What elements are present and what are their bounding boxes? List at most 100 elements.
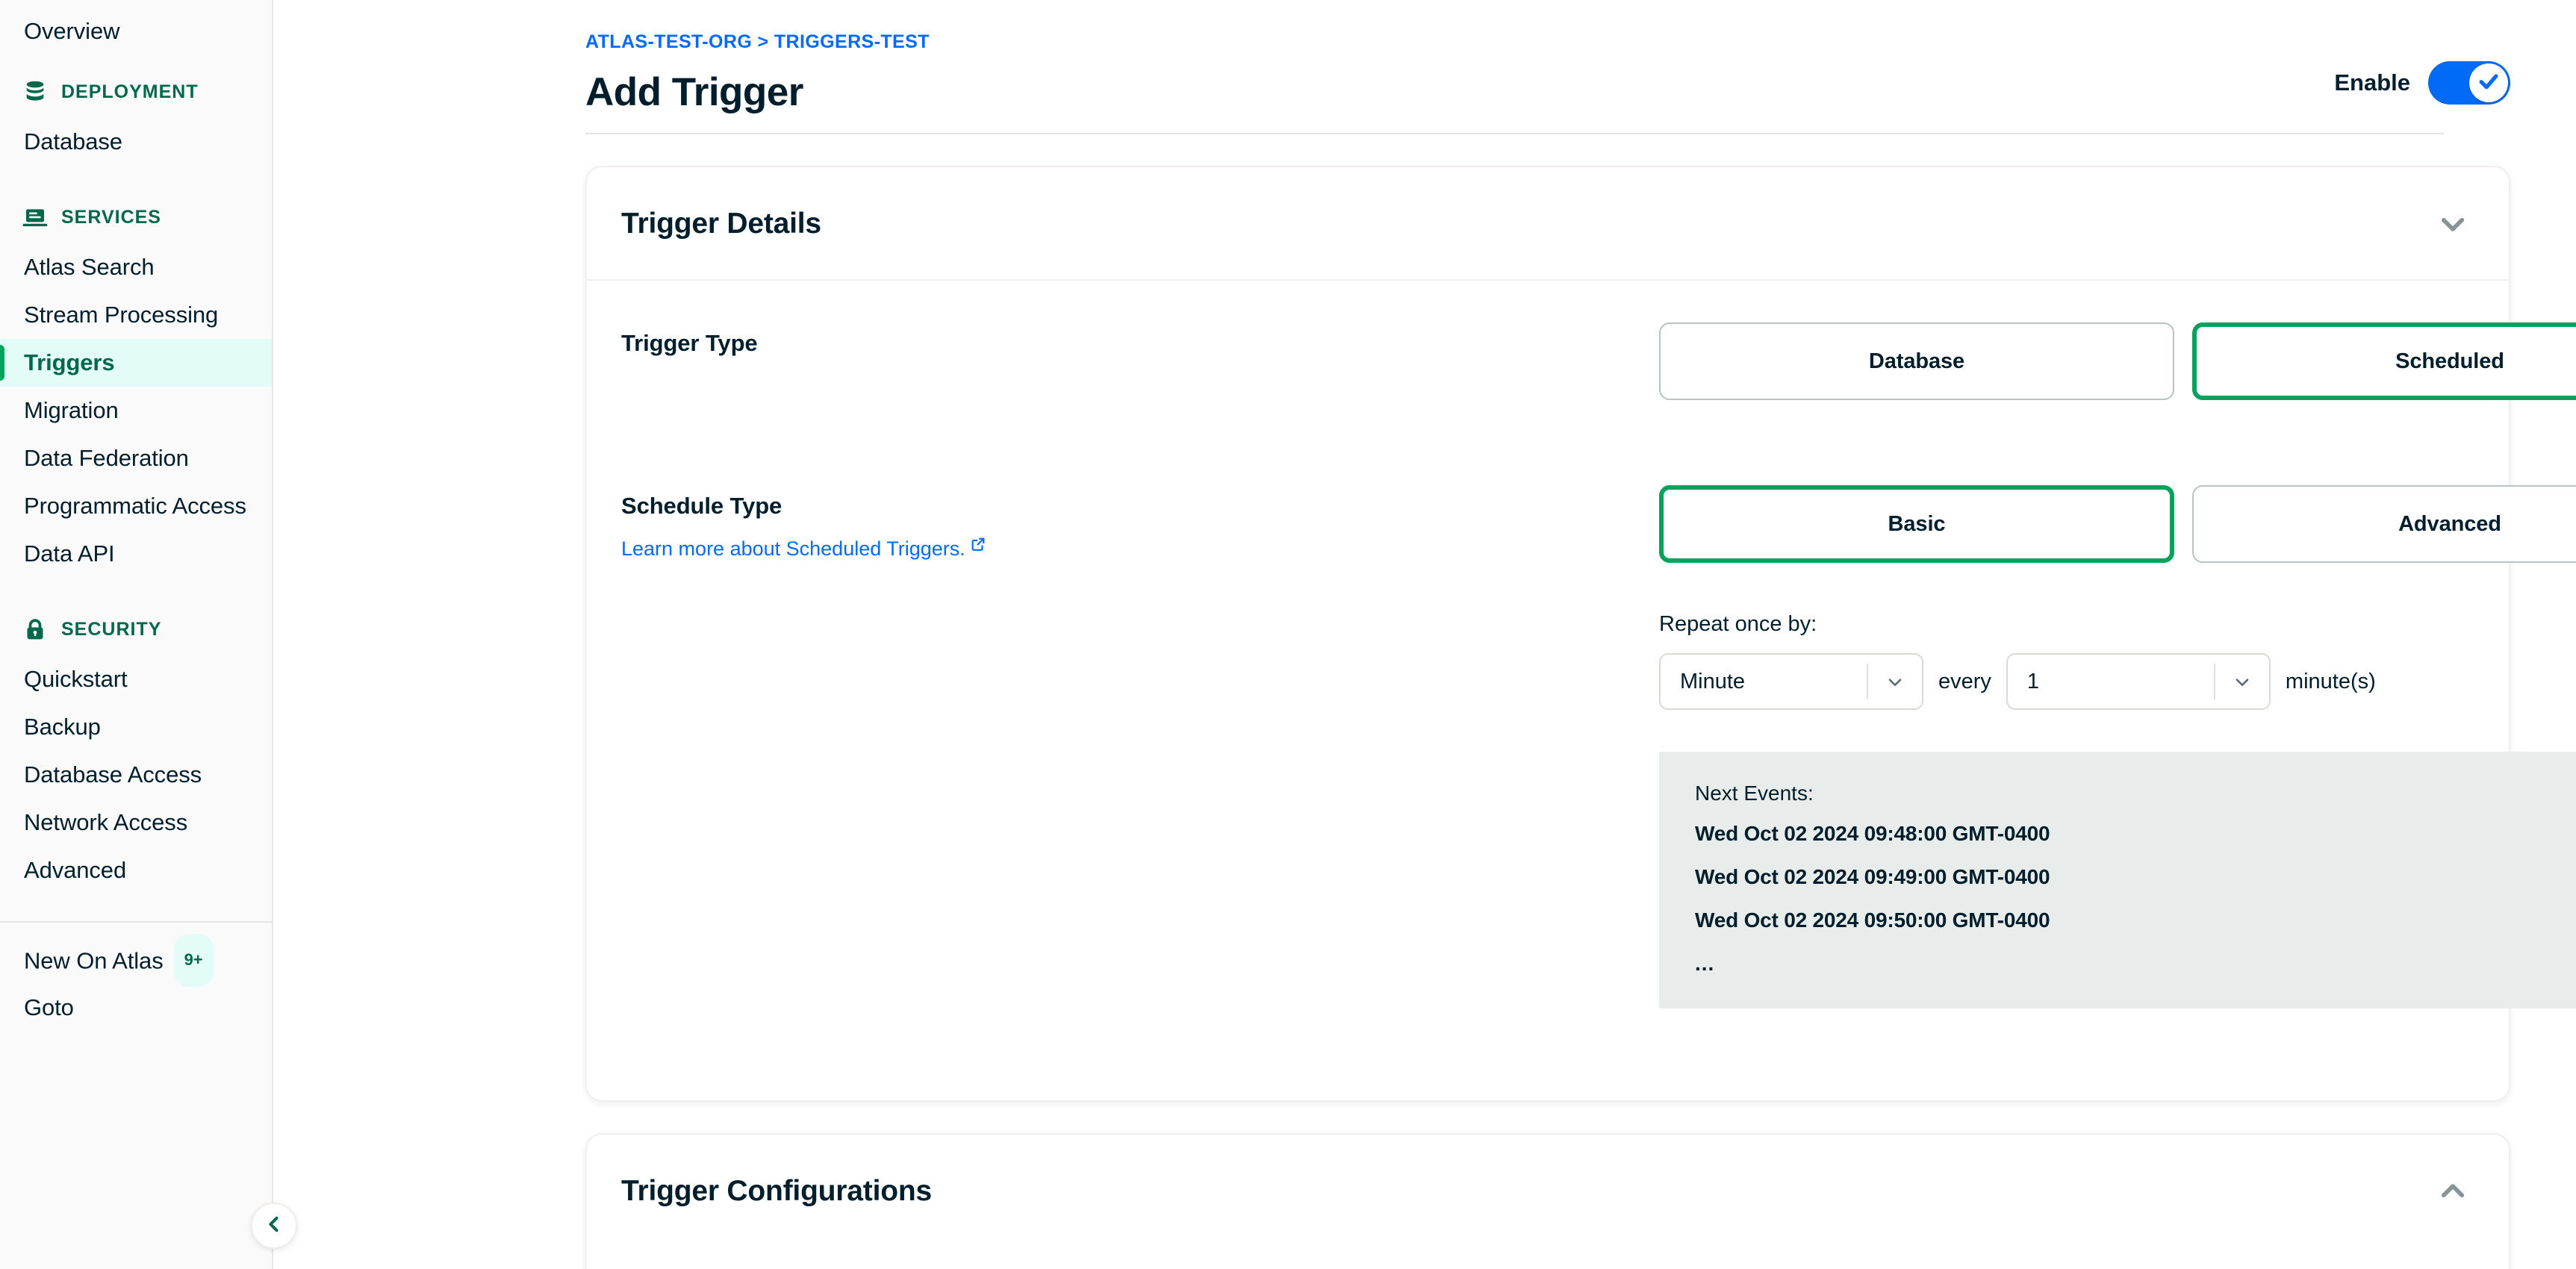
check-icon xyxy=(2476,69,2501,98)
external-link-icon xyxy=(970,534,986,558)
sidebar-item-triggers[interactable]: Triggers xyxy=(0,339,272,387)
main-content: ATLAS-TEST-ORG > TRIGGERS-TEST Add Trigg… xyxy=(273,0,2576,1269)
chevron-left-icon xyxy=(264,1214,284,1238)
trigger-details-card-header[interactable]: Trigger Details xyxy=(587,167,2509,281)
sidebar-item-backup[interactable]: Backup xyxy=(0,703,272,751)
sidebar-item-programmatic-access[interactable]: Programmatic Access xyxy=(0,482,272,530)
trigger-type-options: Database Scheduled xyxy=(1659,322,2576,400)
breadcrumb[interactable]: ATLAS-TEST-ORG > TRIGGERS-TEST xyxy=(585,31,2510,53)
services-laptop-icon xyxy=(22,205,48,230)
sidebar-item-atlas-search[interactable]: Atlas Search xyxy=(0,243,272,291)
sidebar-item-data-federation[interactable]: Data Federation xyxy=(0,434,272,482)
sidebar-item-label: Triggers xyxy=(24,349,115,375)
toggle-knob xyxy=(2469,63,2508,102)
repeat-caption: Repeat once by: xyxy=(1659,612,1817,636)
lock-icon xyxy=(22,617,48,642)
trigger-configurations-card: Trigger Configurations xyxy=(585,1133,2510,1269)
sidebar-item-label: Data Federation xyxy=(24,445,189,471)
sidebar-divider xyxy=(0,921,272,923)
sidebar-item-label: Backup xyxy=(24,714,101,740)
sidebar-item-database[interactable]: Database xyxy=(0,118,272,166)
schedule-type-option-advanced[interactable]: Advanced xyxy=(2192,485,2576,563)
sidebar-group-label: DEPLOYMENT xyxy=(61,81,199,102)
enable-control: Enable xyxy=(2334,61,2510,105)
schedule-type-right-col: Basic Advanced Repeat once by: Minute ev… xyxy=(1659,485,2576,1008)
sidebar-collapse-button[interactable] xyxy=(251,1203,297,1249)
header-divider xyxy=(585,133,2445,134)
repeat-controls: Minute every 1 minute(s) xyxy=(1659,653,2576,710)
sidebar-group-label: SERVICES xyxy=(61,206,161,228)
repeat-count-value: 1 xyxy=(2026,669,2040,693)
sidebar-item-label: Advanced xyxy=(24,857,127,883)
schedule-type-option-basic[interactable]: Basic xyxy=(1659,485,2174,563)
schedule-type-label-col: Schedule Type Learn more about Scheduled… xyxy=(621,485,1659,561)
sidebar-item-advanced[interactable]: Advanced xyxy=(0,846,272,894)
option-label: Database xyxy=(1868,349,1965,373)
repeat-count-select[interactable]: 1 xyxy=(2006,653,2271,710)
sidebar-item-data-api[interactable]: Data API xyxy=(0,530,272,578)
sidebar-item-overview[interactable]: Overview xyxy=(0,7,272,55)
sidebar-group-deployment: DEPLOYMENT xyxy=(0,66,272,118)
sidebar-group-security: SECURITY xyxy=(0,603,272,655)
next-events-caption: Next Events: xyxy=(1695,782,1814,805)
option-label: Scheduled xyxy=(2395,349,2504,373)
sidebar-item-quickstart[interactable]: Quickstart xyxy=(0,655,272,703)
repeat-suffix: minute(s) xyxy=(2285,669,2376,693)
schedule-type-options: Basic Advanced xyxy=(1659,485,2576,563)
next-events-ellipsis: ... xyxy=(1695,952,1715,975)
trigger-details-card: Trigger Details Trigger Type Database Sc… xyxy=(585,166,2576,1102)
sidebar-item-label: New On Atlas xyxy=(24,947,164,974)
enable-toggle[interactable] xyxy=(2428,61,2510,105)
page-header: ATLAS-TEST-ORG > TRIGGERS-TEST Add Trigg… xyxy=(273,0,2510,134)
trigger-type-option-scheduled[interactable]: Scheduled xyxy=(2192,322,2576,400)
sidebar-item-stream-processing[interactable]: Stream Processing xyxy=(0,291,272,339)
sidebar-item-label: Migration xyxy=(24,397,119,423)
sidebar-item-label: Stream Processing xyxy=(24,302,219,328)
sidebar-item-database-access[interactable]: Database Access xyxy=(0,751,272,799)
sidebar-item-label: Quickstart xyxy=(24,666,128,692)
sidebar-item-label: Overview xyxy=(24,18,120,44)
trigger-type-label-col: Trigger Type xyxy=(621,322,1659,357)
trigger-type-label: Trigger Type xyxy=(621,330,758,356)
learn-more-scheduled-triggers-link[interactable]: Learn more about Scheduled Triggers. xyxy=(621,537,986,561)
chevron-down-icon xyxy=(2215,671,2269,692)
sidebar-item-network-access[interactable]: Network Access xyxy=(0,799,272,846)
chevron-down-icon xyxy=(1868,671,1922,692)
repeat-middle-word: every xyxy=(1938,669,1991,693)
atlas-app-window: Overview DEPLOYMENT Database SERVICES At… xyxy=(0,0,2576,1269)
page-title: Add Trigger xyxy=(585,70,803,114)
sidebar-item-label: Database xyxy=(24,128,122,155)
trigger-configurations-card-header[interactable]: Trigger Configurations xyxy=(587,1135,2509,1248)
sidebar-item-label: Data API xyxy=(24,540,115,567)
sidebar-item-migration[interactable]: Migration xyxy=(0,387,272,434)
card-header-divider xyxy=(587,279,2509,281)
sidebar-group-services: SERVICES xyxy=(0,191,272,243)
repeat-block: Repeat once by: Minute every 1 minute(s)… xyxy=(1659,612,2576,1008)
repeat-unit-value: Minute xyxy=(1680,669,1746,693)
trigger-type-row: Trigger Type Database Scheduled xyxy=(587,322,2576,400)
new-on-atlas-badge: 9+ xyxy=(173,934,214,987)
sidebar-group-label: SECURITY xyxy=(61,618,162,640)
trigger-type-option-database[interactable]: Database xyxy=(1659,322,2174,400)
sidebar-item-new-on-atlas[interactable]: New On Atlas 9+ xyxy=(0,934,272,987)
next-event-item: Wed Oct 02 2024 09:48:00 GMT-0400 xyxy=(1695,822,2050,845)
next-events-panel: Next Events: Wed Oct 02 2024 09:48:00 GM… xyxy=(1659,752,2576,1008)
chevron-down-icon[interactable] xyxy=(2436,207,2470,241)
enable-label: Enable xyxy=(2334,69,2410,96)
left-sidebar: Overview DEPLOYMENT Database SERVICES At… xyxy=(0,0,297,1269)
sidebar-item-label: Programmatic Access xyxy=(24,493,246,519)
schedule-type-label: Schedule Type xyxy=(621,493,783,519)
sidebar-item-goto[interactable]: Goto xyxy=(0,984,272,1032)
trigger-configurations-title: Trigger Configurations xyxy=(621,1175,932,1207)
next-event-item: Wed Oct 02 2024 09:49:00 GMT-0400 xyxy=(1695,865,2050,888)
sidebar-item-label: Atlas Search xyxy=(24,254,155,280)
option-label: Advanced xyxy=(2398,511,2501,536)
chevron-up-icon[interactable] xyxy=(2436,1174,2470,1209)
learn-more-text: Learn more about Scheduled Triggers. xyxy=(621,537,965,560)
option-label: Basic xyxy=(1888,511,1946,536)
sidebar-item-label: Database Access xyxy=(24,761,202,788)
sidebar-item-label: Network Access xyxy=(24,809,188,835)
repeat-unit-select[interactable]: Minute xyxy=(1659,653,1923,710)
